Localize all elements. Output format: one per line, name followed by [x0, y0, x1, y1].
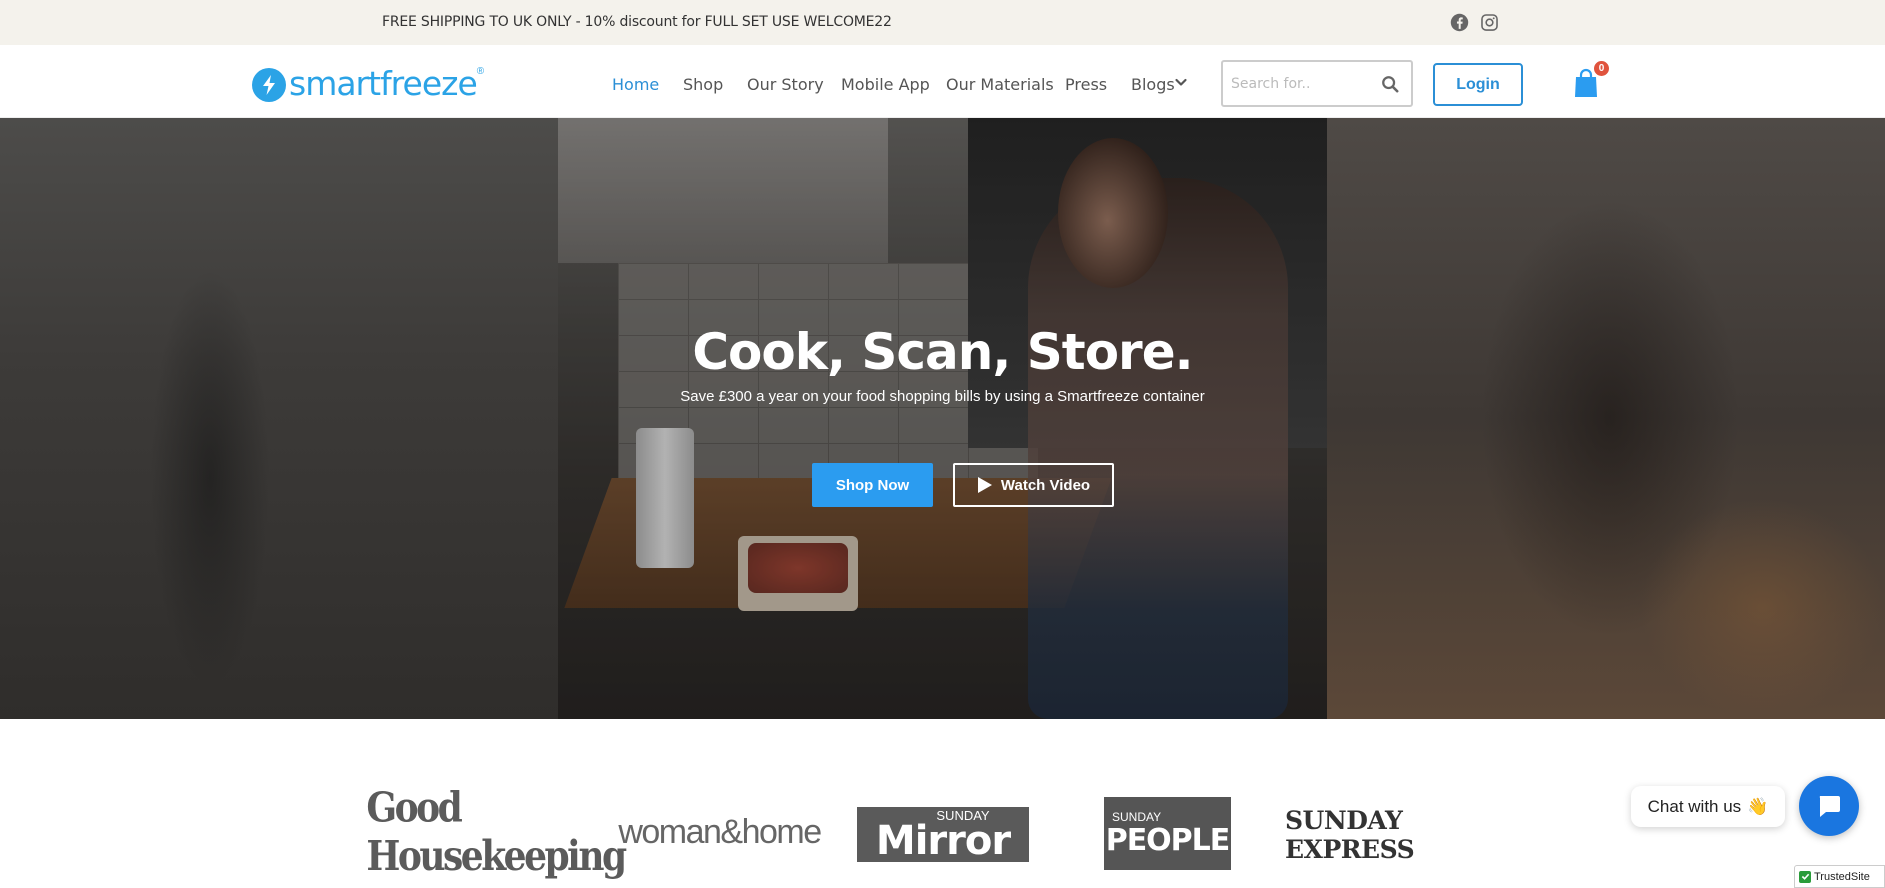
watch-video-button[interactable]: Watch Video: [953, 463, 1114, 507]
lightning-logo-icon: [252, 68, 286, 102]
hero-overlay: [558, 118, 1327, 719]
search-input[interactable]: [1231, 73, 1371, 95]
trustedsite-badge[interactable]: TrustedSite: [1794, 865, 1885, 888]
chat-icon: [1819, 796, 1840, 817]
logo-registered-mark: ®: [476, 65, 485, 77]
search-icon[interactable]: [1381, 75, 1399, 93]
hero-subtitle: Save £300 a year on your food shopping b…: [680, 388, 1205, 405]
shop-now-button[interactable]: Shop Now: [812, 463, 933, 507]
watch-video-label: Watch Video: [1000, 476, 1091, 494]
press-logo-sunday-mirror: SUNDAY Mirror: [857, 807, 1029, 862]
hero-banner: [0, 118, 1885, 719]
logo-wordmark: smartfreeze: [289, 63, 478, 103]
waving-hand-icon: 👋: [1747, 796, 1769, 816]
play-icon: [977, 477, 992, 493]
nav-press[interactable]: Press: [1065, 75, 1107, 94]
smartfreeze-logo[interactable]: smartfreeze ®: [252, 63, 485, 103]
instagram-icon[interactable]: [1480, 13, 1499, 32]
nav-our-story[interactable]: Our Story: [747, 75, 824, 94]
chat-label: Chat with us: [1647, 796, 1742, 816]
cart-count-badge: 0: [1594, 61, 1609, 76]
top-announcement-bar: FREE SHIPPING TO UK ONLY - 10% discount …: [0, 0, 1885, 45]
chat-prompt-bubble[interactable]: Chat with us 👋: [1631, 786, 1785, 827]
search-box: [1221, 60, 1413, 107]
hero-blurred-left: [0, 118, 558, 719]
press-logo-woman-and-home: woman&home: [618, 813, 822, 851]
press-logo-small-text: SUNDAY: [1112, 809, 1162, 824]
hero-blur-shape: [1640, 498, 1885, 718]
chevron-down-icon[interactable]: [1174, 75, 1188, 89]
press-logo-sunday-express: SUNDAY EXPRESS: [1285, 806, 1415, 864]
nav-shop[interactable]: Shop: [683, 75, 723, 94]
hero-blur-shape: [150, 268, 270, 688]
press-logo-sunday-people: SUNDAY PEOPLE: [1104, 797, 1231, 870]
nav-home[interactable]: Home: [612, 75, 659, 94]
login-button[interactable]: Login: [1433, 63, 1523, 106]
nav-mobile-app[interactable]: Mobile App: [841, 75, 930, 94]
hero-title: Cook, Scan, Store.: [692, 323, 1193, 381]
press-logo-big-text: PEOPLE: [1105, 822, 1231, 858]
site-header: smartfreeze ® Home Shop Our Story Mobile…: [0, 45, 1885, 118]
hero-kitchen-image: [558, 118, 1327, 719]
facebook-icon[interactable]: [1450, 13, 1469, 32]
trustedsite-label: TrustedSite: [1814, 870, 1870, 883]
checkmark-icon: [1799, 870, 1811, 883]
promo-text: FREE SHIPPING TO UK ONLY - 10% discount …: [382, 14, 892, 30]
press-logo-big-text: Mirror: [875, 818, 1011, 864]
chat-launcher-button[interactable]: [1799, 776, 1859, 836]
press-logo-good-housekeeping: Good Housekeeping: [366, 783, 627, 881]
nav-our-materials[interactable]: Our Materials: [946, 75, 1054, 94]
nav-blogs[interactable]: Blogs: [1131, 75, 1175, 94]
